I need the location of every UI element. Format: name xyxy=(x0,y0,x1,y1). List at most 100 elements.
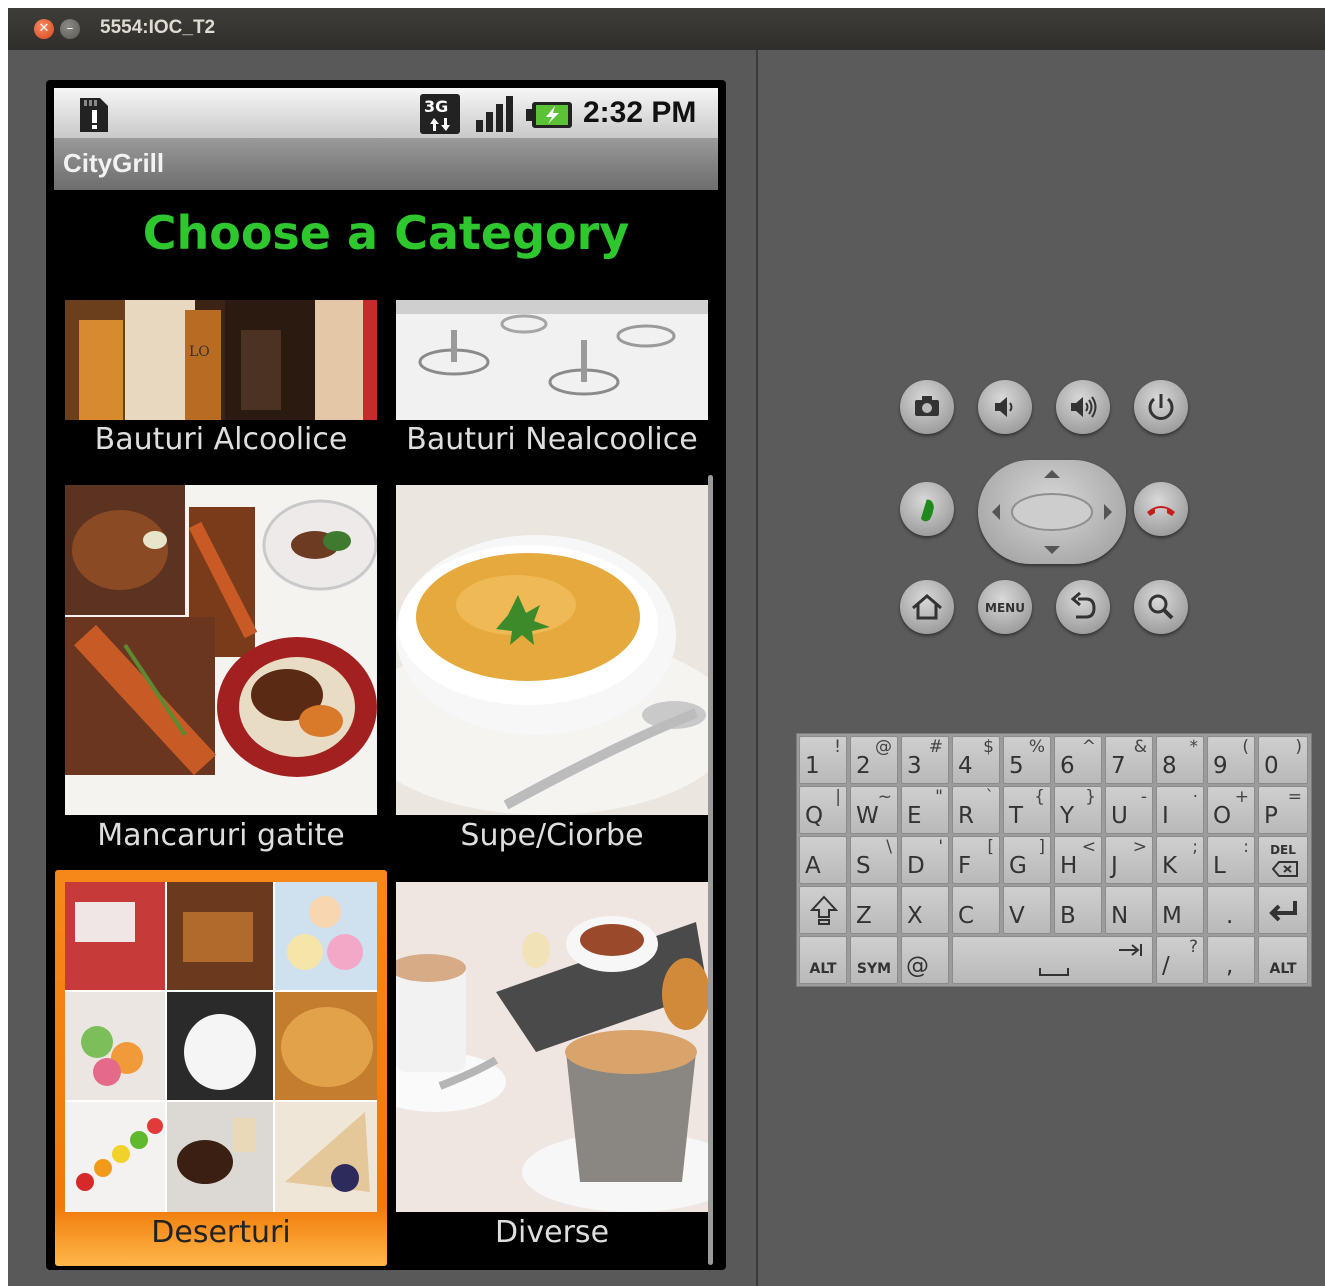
key-5[interactable]: 5% xyxy=(1003,736,1051,784)
volume-up-button[interactable] xyxy=(1056,380,1110,434)
key-o[interactable]: O + xyxy=(1207,786,1255,834)
camera-button[interactable] xyxy=(900,380,954,434)
key-6[interactable]: 6 ^ xyxy=(1054,736,1102,784)
camera-icon xyxy=(915,396,939,416)
emulator-window: ✕ – 5554:IOC_T2 3G 2:32 PM CityGrill Cho… xyxy=(8,8,1325,1286)
key-shift[interactable] xyxy=(799,886,847,934)
enter-icon xyxy=(1269,901,1297,922)
key-z[interactable]: Z xyxy=(850,886,898,934)
key-w[interactable]: W ~ xyxy=(850,786,898,834)
dpad-right-icon[interactable] xyxy=(1104,504,1112,520)
key-3[interactable]: 3 # xyxy=(901,736,949,784)
status-clock: 2:32 PM xyxy=(583,96,697,129)
soup-bowl-photo xyxy=(396,485,708,815)
category-soups[interactable]: Supe/Ciorbe xyxy=(396,485,708,865)
key-slash[interactable]: /? xyxy=(1156,936,1204,984)
network-type-label: 3G xyxy=(424,97,448,116)
key-1[interactable]: 1! xyxy=(799,736,847,784)
key-v[interactable]: V xyxy=(1003,886,1051,934)
key-l[interactable]: L: xyxy=(1207,836,1255,884)
signal-strength-icon xyxy=(476,96,513,132)
category-cooked-dishes[interactable]: Mancaruri gatite xyxy=(65,485,377,865)
minimize-window-button[interactable]: – xyxy=(60,19,80,39)
tab-arrow-icon xyxy=(1119,944,1142,956)
dpad-down-icon[interactable] xyxy=(1044,546,1060,554)
key-9[interactable]: 9( xyxy=(1207,736,1255,784)
key-g[interactable]: G] xyxy=(1003,836,1051,884)
glassware-photo xyxy=(396,300,708,420)
key-f[interactable]: F[ xyxy=(952,836,1000,884)
dpad-center-button[interactable] xyxy=(1011,493,1093,531)
coffee-cups-photo xyxy=(396,882,708,1212)
key-b[interactable]: B xyxy=(1054,886,1102,934)
key-m[interactable]: M xyxy=(1156,886,1204,934)
key-y[interactable]: Y} xyxy=(1054,786,1102,834)
key-enter[interactable] xyxy=(1258,886,1308,934)
key-q[interactable]: Q | xyxy=(799,786,847,834)
dpad-up-icon[interactable] xyxy=(1044,470,1060,478)
key-alt-left[interactable]: ALT xyxy=(799,936,847,984)
back-button[interactable] xyxy=(1056,580,1110,634)
volume-down-button[interactable] xyxy=(978,380,1032,434)
category-misc[interactable]: Diverse xyxy=(396,882,708,1262)
space-icon xyxy=(1039,968,1069,976)
key-4[interactable]: 4 $ xyxy=(952,736,1000,784)
network-3g-icon: 3G xyxy=(420,94,460,134)
dpad[interactable] xyxy=(978,460,1126,564)
category-non-alcoholic-drinks[interactable]: Bauturi Nealcoolice xyxy=(396,300,708,470)
close-window-button[interactable]: ✕ xyxy=(34,19,54,39)
key-e[interactable]: E " xyxy=(901,786,949,834)
end-call-icon xyxy=(1147,506,1175,516)
cooked-dishes-photo xyxy=(65,485,377,815)
key-r[interactable]: R ` xyxy=(952,786,1000,834)
category-label: Bauturi Alcoolice xyxy=(94,422,348,457)
volume-up-icon xyxy=(1071,396,1097,418)
window-title: 5554:IOC_T2 xyxy=(100,17,216,38)
key-at[interactable]: @ xyxy=(901,936,949,984)
key-period[interactable]: . xyxy=(1207,886,1255,934)
category-label: Supe/Ciorbe xyxy=(460,818,644,853)
key-2[interactable]: 2 @ xyxy=(850,736,898,784)
key-j[interactable]: J > xyxy=(1105,836,1153,884)
key-s[interactable]: S \ xyxy=(850,836,898,884)
category-alcoholic-drinks[interactable]: LO Bauturi Alcoolice xyxy=(65,300,377,470)
battery-charging-icon xyxy=(526,102,572,128)
call-button[interactable] xyxy=(900,482,954,536)
category-label: Bauturi Nealcoolice xyxy=(406,422,698,457)
search-button[interactable] xyxy=(1134,580,1188,634)
key-x[interactable]: X xyxy=(901,886,949,934)
emulator-keyboard: 1! 2 @ 3 # 4 $ 5% 6 ^ 7 & 8 * 9( 0) Q | W ~ E " R… xyxy=(796,733,1312,987)
key-t[interactable]: T{ xyxy=(1003,786,1051,834)
key-u[interactable]: U- xyxy=(1105,786,1153,834)
key-alt-right[interactable]: ALT xyxy=(1258,936,1308,984)
category-desserts[interactable]: Deserturi xyxy=(65,882,377,1262)
key-h[interactable]: H < xyxy=(1054,836,1102,884)
sd-card-warning-icon xyxy=(80,98,108,132)
menu-button[interactable]: MENU xyxy=(978,580,1032,634)
dpad-left-icon[interactable] xyxy=(992,504,1000,520)
scrollbar[interactable] xyxy=(708,475,713,1265)
desserts-collage-photo xyxy=(65,882,377,1212)
key-a[interactable]: A xyxy=(799,836,847,884)
delete-key-label: DEL xyxy=(1270,843,1296,857)
key-delete[interactable]: DEL xyxy=(1258,836,1308,884)
key-7[interactable]: 7 & xyxy=(1105,736,1153,784)
key-d[interactable]: D ' xyxy=(901,836,949,884)
end-call-button[interactable] xyxy=(1134,482,1188,536)
key-comma[interactable]: , xyxy=(1207,936,1255,984)
key-k[interactable]: K; xyxy=(1156,836,1204,884)
key-space[interactable] xyxy=(952,936,1153,984)
home-button[interactable] xyxy=(900,580,954,634)
key-p[interactable]: P = xyxy=(1258,786,1308,834)
app-title: CityGrill xyxy=(63,148,165,178)
alcoholic-drinks-photo: LO xyxy=(65,300,377,420)
emulator-controls: MENU 1! 2 @ 3 # 4 $ 5% 6 ^ 7 & 8 * 9( 0) Q | W ~… xyxy=(758,50,1325,1286)
key-sym[interactable]: SYM xyxy=(850,936,898,984)
key-i[interactable]: I · xyxy=(1156,786,1204,834)
power-button[interactable] xyxy=(1134,380,1188,434)
key-0[interactable]: 0) xyxy=(1258,736,1308,784)
key-8[interactable]: 8 * xyxy=(1156,736,1204,784)
key-c[interactable]: C xyxy=(952,886,1000,934)
search-icon xyxy=(1148,594,1174,620)
key-n[interactable]: N xyxy=(1105,886,1153,934)
